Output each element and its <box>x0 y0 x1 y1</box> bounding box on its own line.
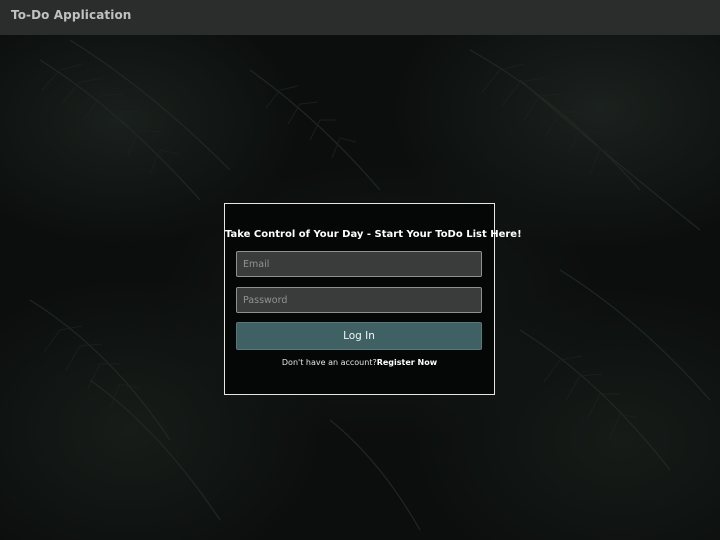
login-card: Take Control of Your Day - Start Your To… <box>224 203 522 395</box>
register-row: Don't have an account?Register Now <box>225 358 494 367</box>
app-title: To-Do Application <box>11 8 132 22</box>
app-header: To-Do Application <box>0 0 720 35</box>
register-prompt: Don't have an account? <box>281 358 377 367</box>
register-link[interactable]: Register Now <box>377 358 437 367</box>
login-heading: Take Control of Your Day - Start Your To… <box>225 229 522 240</box>
login-button[interactable]: Log In <box>236 322 482 350</box>
email-field[interactable] <box>236 251 482 277</box>
password-field[interactable] <box>236 287 482 313</box>
